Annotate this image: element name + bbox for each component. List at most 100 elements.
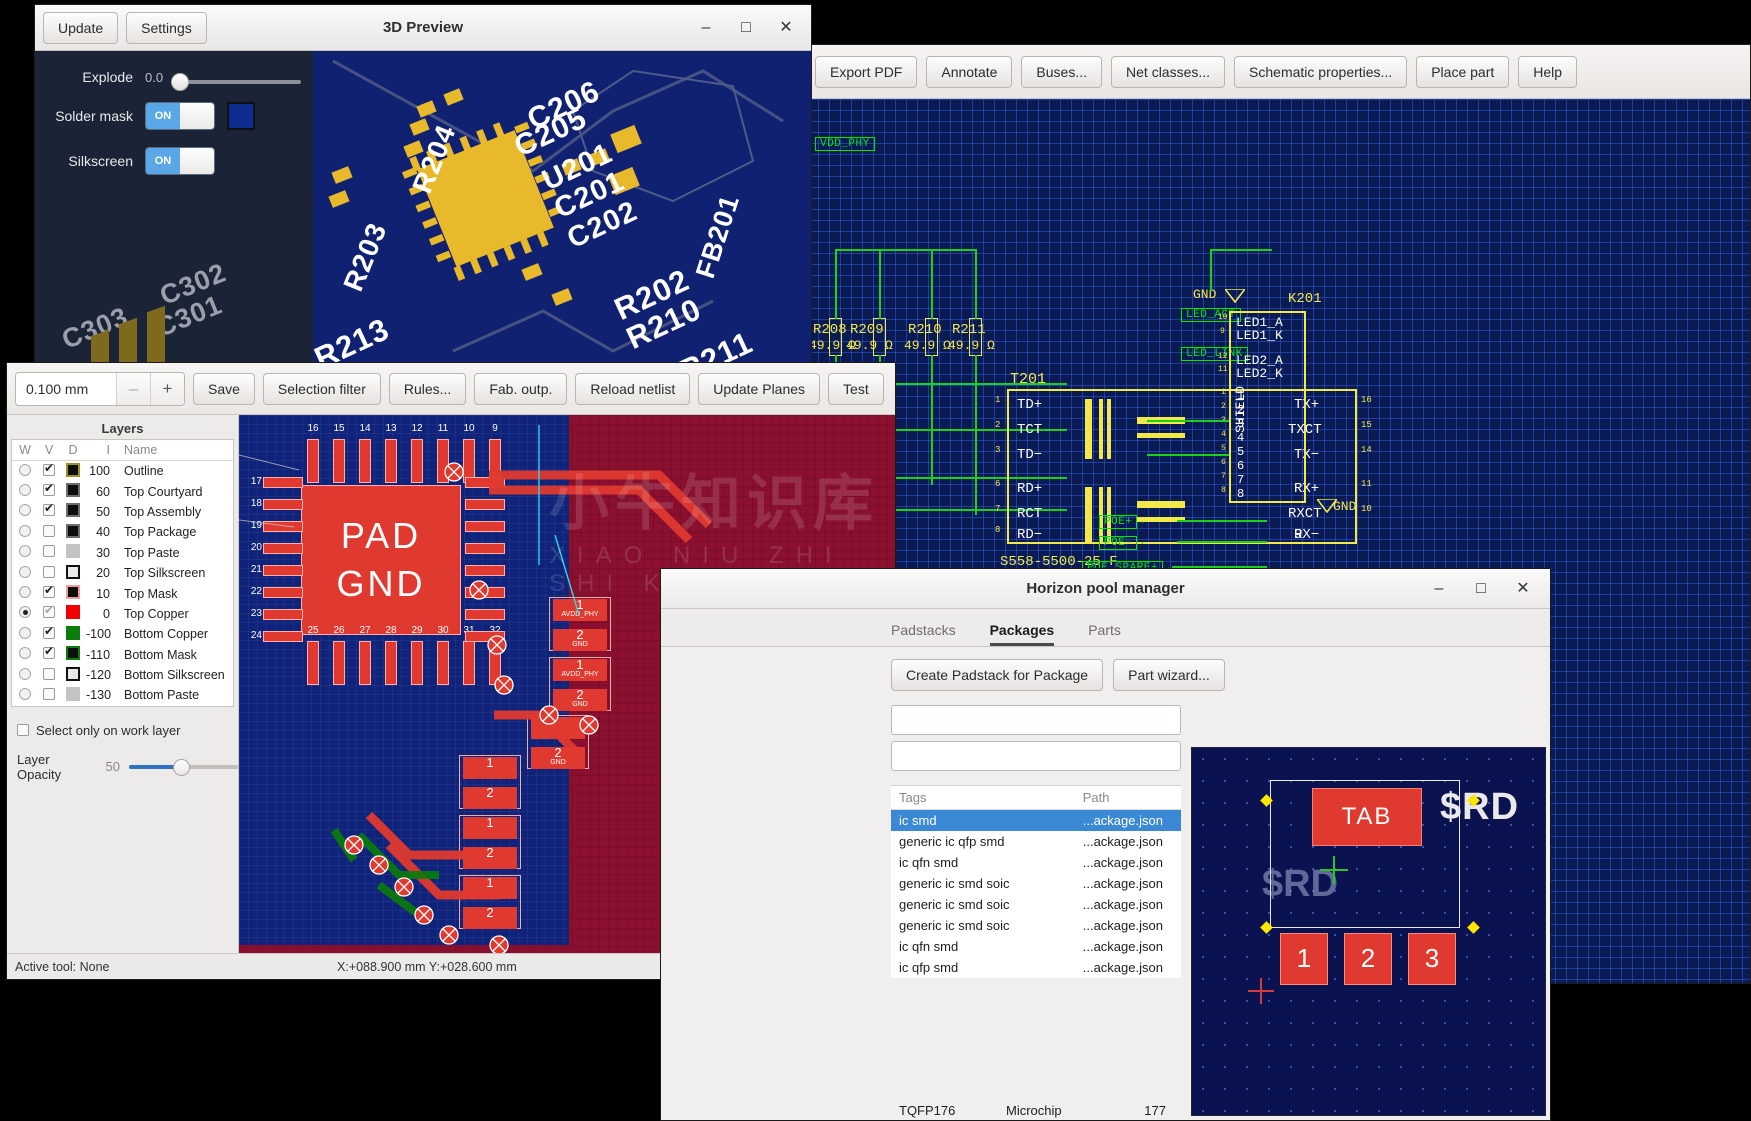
via-icon[interactable] — [539, 705, 559, 725]
rules-button[interactable]: Rules... — [389, 373, 466, 405]
layer-work-radio[interactable] — [19, 586, 31, 598]
settings-button[interactable]: Settings — [126, 12, 207, 44]
net-label-vdd-phy[interactable]: VDD_PHY — [815, 137, 875, 151]
layer-work-radio[interactable] — [19, 606, 31, 618]
layer-visible-checkbox[interactable] — [43, 627, 55, 639]
layer-color-swatch[interactable] — [66, 626, 80, 640]
update-planes-button[interactable]: Update Planes — [698, 373, 820, 405]
via-icon[interactable] — [487, 635, 507, 655]
pool-close-icon[interactable]: ✕ — [1506, 575, 1540, 603]
layer-color-swatch[interactable] — [66, 463, 80, 477]
layer-visible-checkbox[interactable] — [43, 586, 55, 598]
grid-decrement-button[interactable]: – — [116, 373, 150, 405]
layer-opacity-knob[interactable] — [173, 759, 190, 776]
search-input-1[interactable] — [891, 705, 1181, 735]
layer-color-swatch[interactable] — [66, 667, 80, 681]
layer-visible-checkbox[interactable] — [43, 484, 55, 496]
table-row[interactable]: ic smd...ackage.json — [891, 810, 1181, 831]
place-part-button[interactable]: Place part — [1416, 56, 1509, 88]
layer-work-radio[interactable] — [19, 647, 31, 659]
explode-slider[interactable] — [171, 70, 301, 84]
layer-visible-checkbox[interactable] — [43, 688, 55, 700]
table-row[interactable]: ic qfn smd...ackage.json — [891, 852, 1181, 873]
table-row[interactable]: generic ic smd soic...ackage.json — [891, 894, 1181, 915]
minimize-icon[interactable]: – — [689, 14, 723, 42]
via-icon[interactable] — [394, 877, 414, 897]
grid-value[interactable]: 0.100 mm — [16, 373, 116, 405]
via-icon[interactable] — [579, 715, 599, 735]
via-icon[interactable] — [344, 835, 364, 855]
layer-visible-checkbox[interactable] — [43, 566, 55, 578]
layer-row[interactable]: 30Top Paste — [12, 543, 233, 563]
layer-row[interactable]: -110Bottom Mask — [12, 645, 233, 665]
layer-row[interactable]: 0Top Copper — [12, 604, 233, 624]
packages-table[interactable]: Tags Path ic smd...ackage.jsongeneric ic… — [891, 785, 1181, 978]
grid-spinner[interactable]: 0.100 mm – + — [15, 372, 185, 406]
3d-board-view[interactable]: C206 C205 R204 R203 U201 C201 C202 FB201… — [313, 51, 811, 363]
layer-visible-checkbox[interactable] — [43, 464, 55, 476]
layer-row[interactable]: -120Bottom Silkscreen — [12, 665, 233, 685]
layer-visible-checkbox[interactable] — [43, 647, 55, 659]
layer-work-radio[interactable] — [19, 525, 31, 537]
layer-work-radio[interactable] — [19, 668, 31, 680]
layer-row[interactable]: 40Top Package — [12, 522, 233, 542]
pool-minimize-icon[interactable]: – — [1422, 575, 1456, 603]
layer-color-swatch[interactable] — [66, 605, 80, 619]
via-icon[interactable] — [489, 935, 509, 953]
update-button[interactable]: Update — [43, 12, 118, 44]
maximize-icon[interactable]: □ — [729, 14, 763, 42]
layer-opacity-slider[interactable] — [129, 759, 238, 775]
via-icon[interactable] — [444, 462, 464, 482]
table-row[interactable]: generic ic smd soic...ackage.json — [891, 873, 1181, 894]
layer-visible-checkbox[interactable] — [43, 668, 55, 680]
net-label-poe-minus[interactable]: POE- — [1099, 536, 1137, 550]
layer-color-swatch[interactable] — [66, 687, 80, 701]
close-icon[interactable]: ✕ — [769, 14, 803, 42]
layer-color-swatch[interactable] — [66, 646, 80, 660]
select-only-work-layer-row[interactable]: Select only on work layer — [17, 723, 238, 738]
tab-padstacks[interactable]: Padstacks — [891, 622, 956, 646]
selection-filter-button[interactable]: Selection filter — [263, 373, 381, 405]
silkscreen-toggle[interactable]: ON — [145, 147, 215, 175]
export-pdf-button[interactable]: Export PDF — [815, 56, 917, 88]
package-preview-canvas[interactable]: TAB $RD $RD 123 — [1191, 747, 1546, 1116]
help-button[interactable]: Help — [1518, 56, 1577, 88]
layer-work-radio[interactable] — [19, 504, 31, 516]
table-row[interactable]: generic ic qfp smd...ackage.json — [891, 831, 1181, 852]
create-padstack-button[interactable]: Create Padstack for Package — [891, 659, 1103, 691]
reload-netlist-button[interactable]: Reload netlist — [575, 373, 690, 405]
explode-slider-knob[interactable] — [171, 73, 189, 91]
layer-work-radio[interactable] — [19, 627, 31, 639]
solder-mask-color-swatch[interactable] — [227, 102, 255, 130]
search-input-2[interactable] — [891, 741, 1181, 771]
solder-mask-toggle[interactable]: ON — [145, 102, 215, 130]
layer-visible-checkbox[interactable] — [43, 545, 55, 557]
layer-color-swatch[interactable] — [66, 524, 80, 538]
grid-increment-button[interactable]: + — [150, 373, 184, 405]
pool-maximize-icon[interactable]: □ — [1464, 575, 1498, 603]
layer-color-swatch[interactable] — [66, 544, 80, 558]
test-button[interactable]: Test — [828, 373, 884, 405]
layer-color-swatch[interactable] — [66, 585, 80, 599]
annotate-button[interactable]: Annotate — [926, 56, 1012, 88]
layer-row[interactable]: -100Bottom Copper — [12, 624, 233, 644]
via-icon[interactable] — [469, 580, 489, 600]
layer-row[interactable]: 100Outline — [12, 461, 233, 481]
schematic-properties-button[interactable]: Schematic properties... — [1234, 56, 1407, 88]
layer-row[interactable]: 10Top Mask — [12, 583, 233, 603]
tab-parts[interactable]: Parts — [1088, 622, 1121, 646]
net-classes-button[interactable]: Net classes... — [1111, 56, 1225, 88]
layer-visible-checkbox[interactable] — [43, 525, 55, 537]
via-icon[interactable] — [439, 925, 459, 945]
table-row[interactable]: ic qfn smd...ackage.json — [891, 936, 1181, 957]
layer-work-radio[interactable] — [19, 688, 31, 700]
layer-work-radio[interactable] — [19, 566, 31, 578]
buses-button[interactable]: Buses... — [1021, 56, 1102, 88]
table-row[interactable]: ic qfp smd...ackage.json — [891, 957, 1181, 978]
part-wizard-button[interactable]: Part wizard... — [1113, 659, 1225, 691]
layers-table[interactable]: W V D I Name 100Outline60Top Courtyard50… — [11, 439, 234, 707]
fab-output-button[interactable]: Fab. outp. — [474, 373, 567, 405]
layer-work-radio[interactable] — [19, 484, 31, 496]
layer-row[interactable]: -130Bottom Paste — [12, 685, 233, 705]
layer-visible-checkbox[interactable] — [43, 504, 55, 516]
